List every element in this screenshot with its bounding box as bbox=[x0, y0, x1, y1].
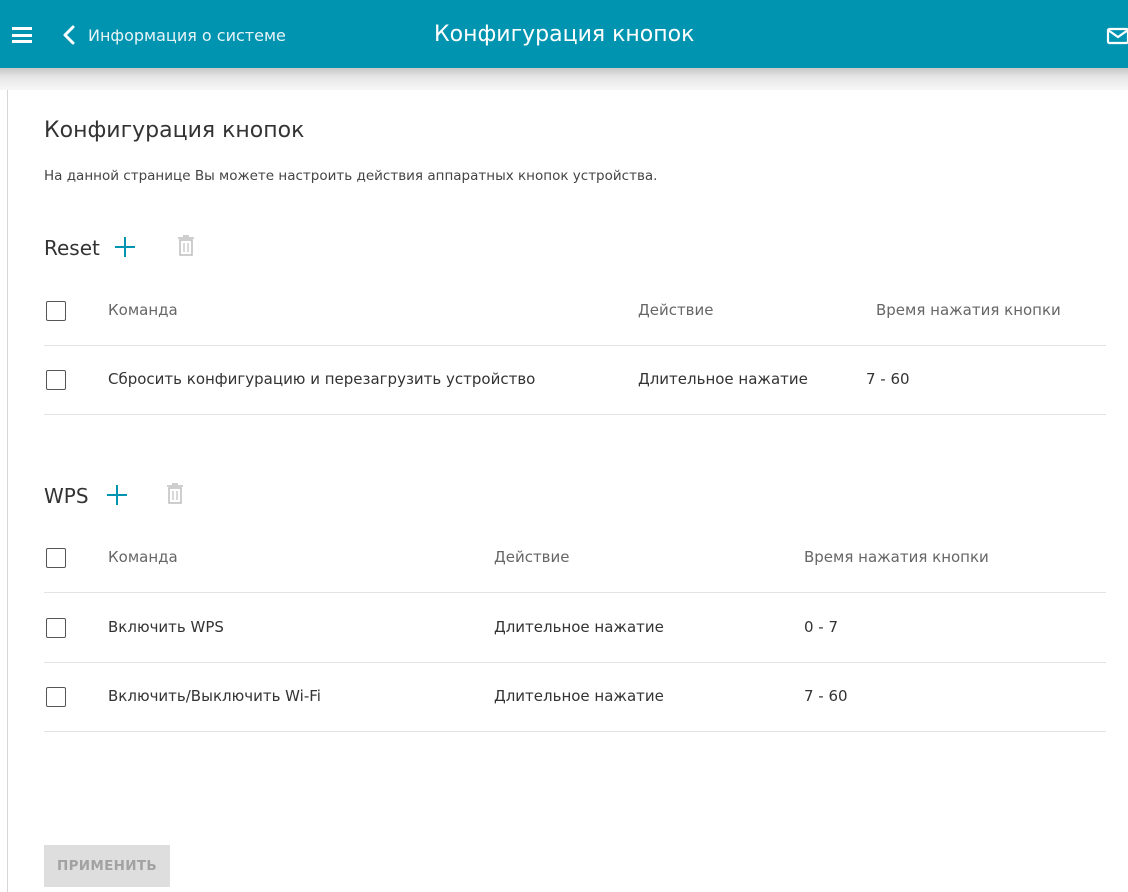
reset-section-title: Reset bbox=[44, 236, 100, 260]
back-link[interactable]: Информация о системе bbox=[88, 26, 286, 45]
page-title: Конфигурация кнопок bbox=[44, 118, 305, 143]
delete-reset-trash-icon[interactable] bbox=[177, 235, 195, 257]
wps-row-2-time[interactable]: 7 - 60 bbox=[804, 687, 848, 705]
wps-column-action: Действие bbox=[494, 548, 570, 566]
wps-select-all-checkbox[interactable] bbox=[46, 548, 66, 568]
reset-row-action[interactable]: Длительное нажатие bbox=[638, 370, 808, 388]
wps-section-title: WPS bbox=[44, 484, 89, 508]
reset-row-divider bbox=[44, 414, 1106, 415]
content-border bbox=[7, 90, 8, 892]
wps-column-command: Команда bbox=[108, 548, 178, 566]
hamburger-icon[interactable] bbox=[12, 27, 32, 43]
reset-header-divider bbox=[44, 345, 1106, 346]
wps-row-2-command[interactable]: Включить/Выключить Wi-Fi bbox=[108, 687, 321, 705]
wps-header-divider bbox=[44, 592, 1106, 593]
wps-row-1-time[interactable]: 0 - 7 bbox=[804, 618, 838, 636]
reset-column-time: Время нажатия кнопки bbox=[876, 301, 1061, 319]
header-title: Конфигурация кнопок bbox=[434, 22, 695, 47]
wps-column-time: Время нажатия кнопки bbox=[804, 548, 989, 566]
wps-row-2-checkbox[interactable] bbox=[46, 687, 66, 707]
reset-column-action: Действие bbox=[638, 301, 714, 319]
add-wps-plus-icon[interactable] bbox=[106, 484, 128, 506]
add-reset-plus-icon[interactable] bbox=[114, 236, 136, 258]
mail-icon[interactable] bbox=[1106, 27, 1128, 45]
wps-row-1-action[interactable]: Длительное нажатие bbox=[494, 618, 664, 636]
wps-row-1-checkbox[interactable] bbox=[46, 618, 66, 638]
apply-button[interactable]: ПРИМЕНИТЬ bbox=[44, 845, 170, 887]
page-description: На данной странице Вы можете настроить д… bbox=[44, 168, 658, 184]
delete-wps-trash-icon[interactable] bbox=[166, 483, 184, 505]
wps-row-2-action[interactable]: Длительное нажатие bbox=[494, 687, 664, 705]
header-shadow bbox=[0, 68, 1128, 90]
reset-column-command: Команда bbox=[108, 301, 178, 319]
reset-row-checkbox[interactable] bbox=[46, 370, 66, 390]
reset-row-command[interactable]: Сбросить конфигурацию и перезагрузить ус… bbox=[108, 370, 535, 388]
top-bar: Информация о системе Конфигурация кнопок bbox=[0, 0, 1128, 90]
wps-row-1-command[interactable]: Включить WPS bbox=[108, 618, 224, 636]
reset-row-time[interactable]: 7 - 60 bbox=[866, 370, 910, 388]
wps-row-1-divider bbox=[44, 662, 1106, 663]
chevron-left-icon[interactable] bbox=[60, 25, 78, 45]
wps-row-2-divider bbox=[44, 731, 1106, 732]
reset-select-all-checkbox[interactable] bbox=[46, 301, 66, 321]
